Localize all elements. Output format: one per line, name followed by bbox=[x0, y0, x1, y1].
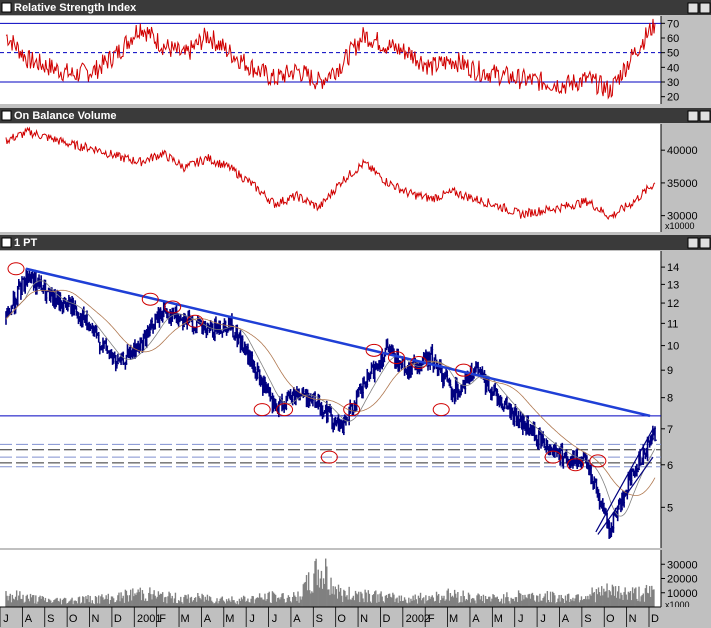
obv-title: On Balance Volume bbox=[14, 110, 117, 122]
rsi-tick-label: 50 bbox=[667, 48, 679, 60]
volume-tick-label: 10000 bbox=[667, 588, 698, 600]
x-axis-month-label: S bbox=[47, 613, 54, 625]
x-axis-month-label: A bbox=[293, 613, 301, 625]
rsi-tick-label: 30 bbox=[667, 77, 679, 89]
x-axis-month-label: N bbox=[629, 613, 637, 625]
price-tick-label: 10 bbox=[667, 341, 679, 353]
price-title: 1 PT bbox=[14, 237, 38, 249]
x-axis-month-label: O bbox=[337, 613, 346, 625]
price-tick-label: 5 bbox=[667, 502, 673, 514]
x-axis-month-label: 2002 bbox=[406, 613, 430, 625]
x-axis-month-label: A bbox=[472, 613, 480, 625]
x-axis-month-label: F bbox=[159, 613, 166, 625]
x-axis-month-label: J bbox=[540, 613, 546, 625]
obv-minimize-button[interactable] bbox=[687, 110, 699, 122]
obv-panel: On Balance Volume400003500030000x10000 bbox=[0, 108, 711, 232]
x-axis-month-label: M bbox=[494, 613, 503, 625]
price-plot-area bbox=[0, 251, 661, 548]
x-axis-month-label: J bbox=[249, 613, 255, 625]
stock-chart: Relative Strength Index 70 60 50 40 30 20 On Ba… bbox=[0, 0, 711, 628]
x-axis-month-label: N bbox=[360, 613, 368, 625]
x-axis-month-label: N bbox=[92, 613, 100, 625]
x-axis-month-label: J bbox=[272, 613, 278, 625]
rsi-minimize-button[interactable] bbox=[687, 2, 699, 14]
price-maximize-button[interactable] bbox=[699, 237, 711, 249]
x-axis-month-label: D bbox=[651, 613, 659, 625]
rsi-panel: Relative Strength Index 70 60 50 40 30 20 bbox=[0, 0, 711, 104]
x-axis-month-label: J bbox=[3, 613, 9, 625]
obv-window-icon[interactable] bbox=[1, 110, 12, 121]
obv-maximize-button[interactable] bbox=[699, 110, 711, 122]
x-axis-month-label: A bbox=[562, 613, 570, 625]
rsi-maximize-button[interactable] bbox=[699, 2, 711, 14]
price-tick-label: 13 bbox=[667, 279, 679, 291]
rsi-tick-label: 20 bbox=[667, 92, 679, 104]
price-tick-label: 9 bbox=[667, 365, 673, 377]
volume-tick-label: 20000 bbox=[667, 574, 698, 586]
price-window-icon[interactable] bbox=[1, 237, 12, 248]
x-axis-month-label: M bbox=[180, 613, 189, 625]
price-minimize-button[interactable] bbox=[687, 237, 699, 249]
x-axis-month-label: F bbox=[428, 613, 435, 625]
obv-plot-area bbox=[0, 124, 661, 232]
obv-tick-label: 40000 bbox=[667, 145, 698, 157]
price-tick-label: 14 bbox=[667, 262, 679, 274]
rsi-title: Relative Strength Index bbox=[14, 2, 137, 14]
rsi-tick-label: 40 bbox=[667, 62, 679, 74]
x-axis-month-label: 2001 bbox=[137, 613, 161, 625]
x-axis-month-label: A bbox=[204, 613, 212, 625]
x-axis-month-label: D bbox=[382, 613, 390, 625]
price-panel: 1 PT 14 13 12 11 10 9 8 7 6 5 bbox=[0, 235, 711, 548]
price-tick-label: 7 bbox=[667, 424, 673, 436]
x-axis-month-label: M bbox=[225, 613, 234, 625]
rsi-tick-label: 70 bbox=[667, 18, 679, 30]
obv-tick-label: 35000 bbox=[667, 178, 698, 190]
x-axis-month-label: A bbox=[25, 613, 33, 625]
x-axis-month-label: O bbox=[69, 613, 78, 625]
obv-unit-label: x10000 bbox=[665, 221, 695, 231]
price-titlebar bbox=[0, 235, 711, 250]
x-axis-month-label: M bbox=[449, 613, 458, 625]
price-tick-label: 6 bbox=[667, 460, 673, 472]
price-tick-label: 11 bbox=[667, 318, 678, 330]
x-axis-month-label: S bbox=[316, 613, 323, 625]
price-tick-label: 12 bbox=[667, 298, 679, 310]
x-axis-month-label: J bbox=[518, 613, 524, 625]
rsi-window-icon[interactable] bbox=[1, 2, 12, 13]
volume-tick-label: 30000 bbox=[667, 559, 698, 571]
price-tick-label: 8 bbox=[667, 393, 673, 405]
volume-panel: 300002000010000x1000 bbox=[0, 550, 698, 610]
x-axis-month-label: S bbox=[584, 613, 591, 625]
x-axis-month-label: D bbox=[114, 613, 122, 625]
rsi-tick-label: 60 bbox=[667, 33, 679, 45]
x-axis-month-label: O bbox=[606, 613, 615, 625]
